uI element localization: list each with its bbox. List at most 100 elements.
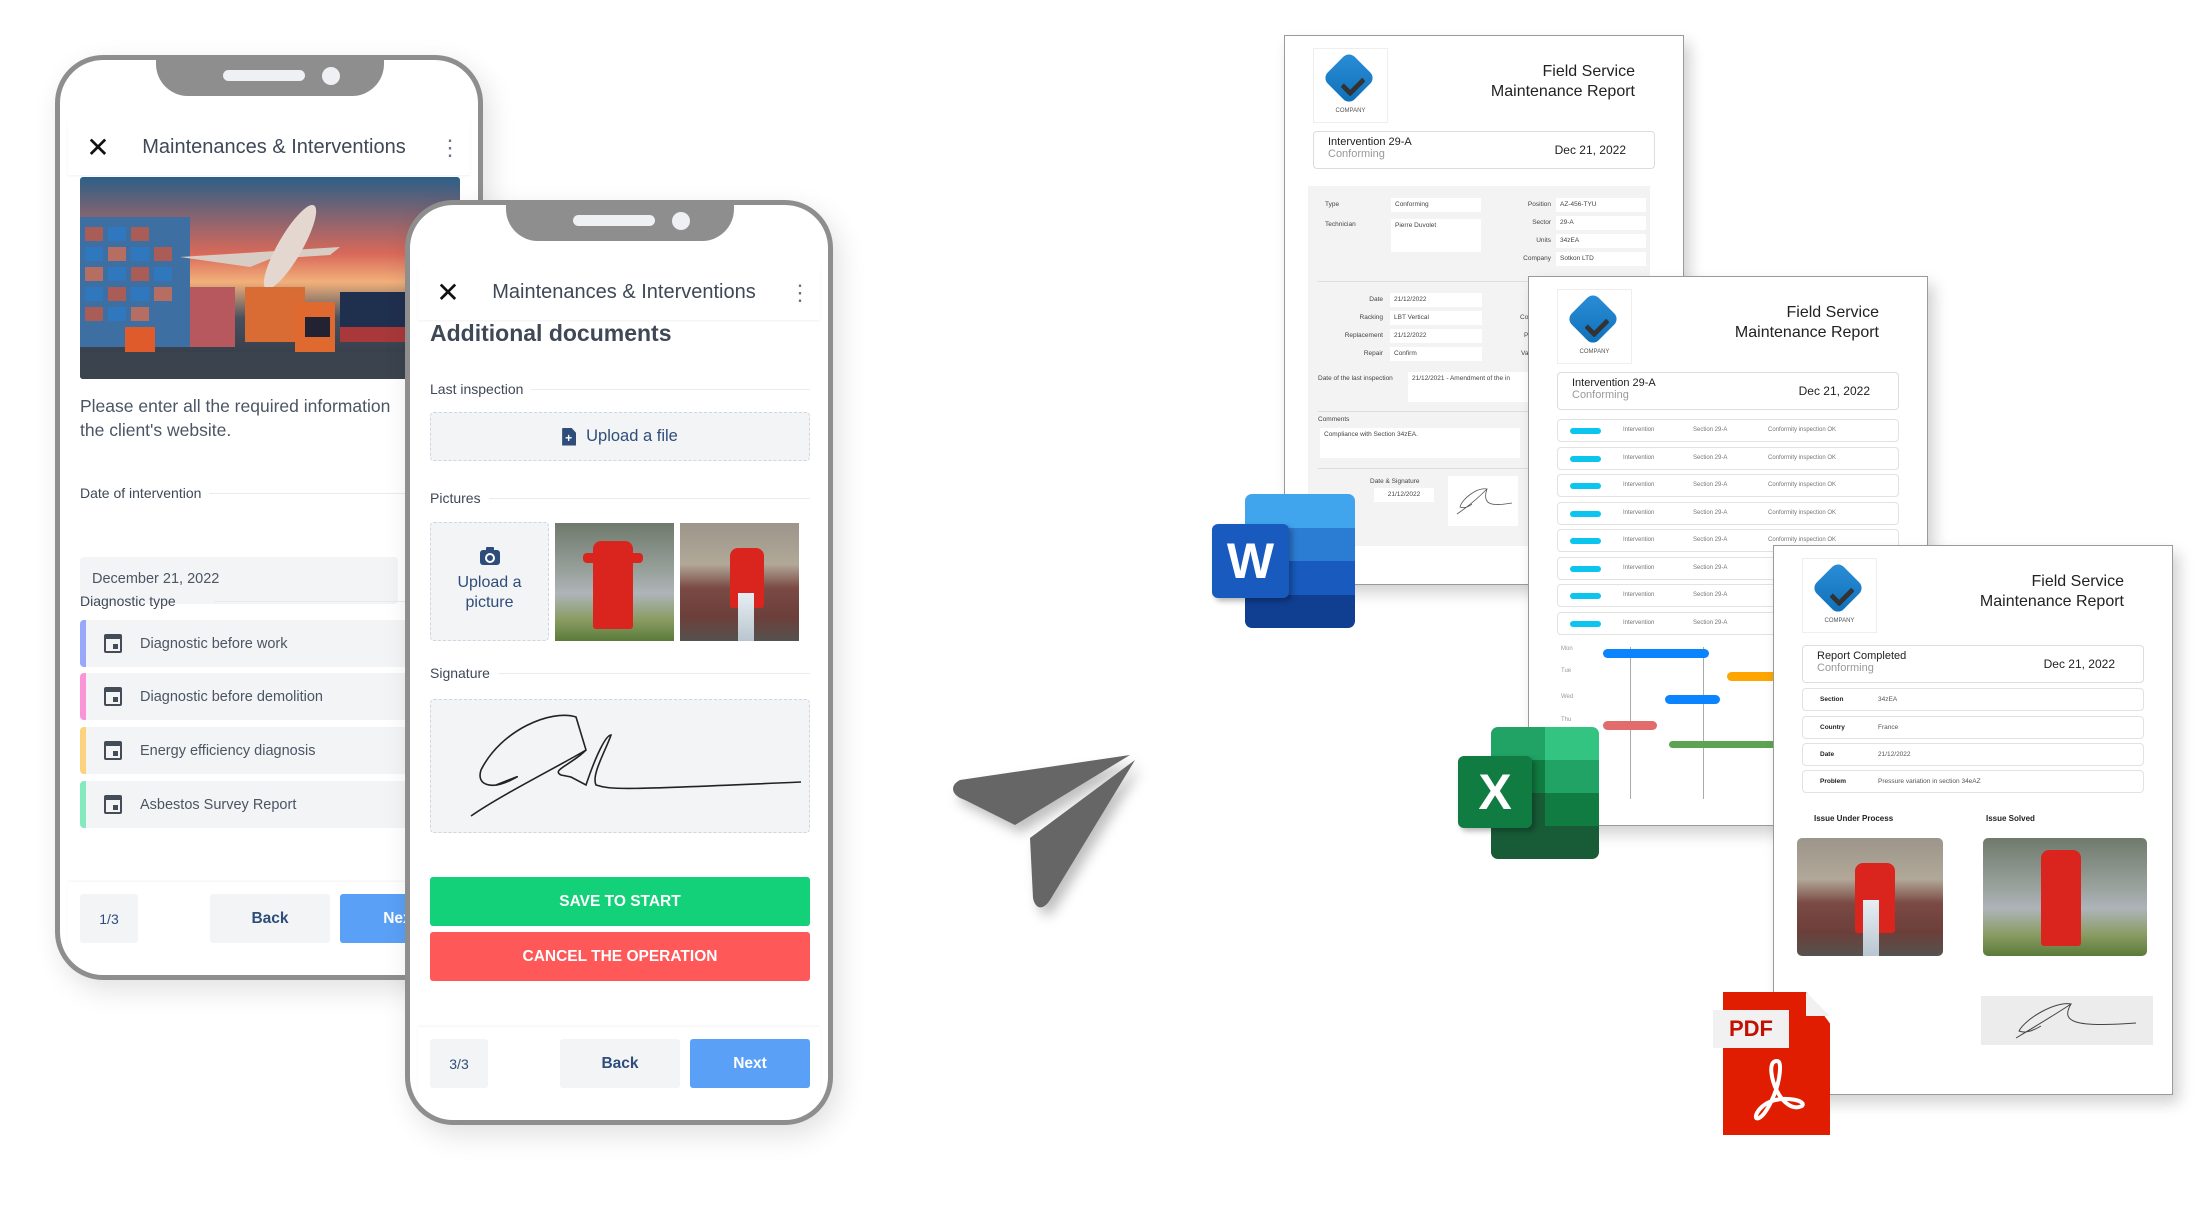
report-header-box: Intervention 29-A Conforming Dec 21, 202… <box>1313 131 1655 169</box>
report-title-line-1: Field Service <box>1786 304 1879 321</box>
picture-thumbnail-hydrant[interactable] <box>555 523 674 641</box>
excel-icon: X <box>1458 727 1603 862</box>
pictures-label: Pictures <box>430 490 481 506</box>
report-table-row: Intervention Section 29-A Conformity inspe… <box>1557 419 1899 442</box>
picture-thumbnail-hydrant-water[interactable] <box>680 523 799 641</box>
report-title: Field Service Maintenance Report <box>1491 62 1635 102</box>
gantt-bar <box>1603 721 1657 730</box>
back-button[interactable]: Back <box>560 1039 680 1088</box>
upload-picture-label-line-1: Upload a <box>457 574 522 591</box>
header-date: Dec 21, 2022 <box>1798 384 1870 398</box>
row-result: Conformity inspection OK <box>1768 427 1837 433</box>
back-button[interactable]: Back <box>210 894 330 943</box>
upload-picture-label-line-2: picture <box>465 594 514 611</box>
signature-label: Date & Signature <box>1370 478 1420 485</box>
field-value: 34zEA <box>1556 234 1646 248</box>
detail-value: France <box>1878 724 1899 731</box>
photo-issue-under-process <box>1797 838 1943 956</box>
app-bar: ✕ Maintenances & Interventions ⋮ <box>418 265 820 320</box>
calendar-icon <box>104 687 122 706</box>
photo-label-under-process: Issue Under Process <box>1814 814 1894 823</box>
report-document-pdf: COMPANY Field Service Maintenance Report… <box>1773 545 2173 1095</box>
row-type: Intervention <box>1623 537 1655 543</box>
signature-label: Signature <box>430 665 490 681</box>
more-vertical-icon[interactable]: ⋮ <box>430 136 470 159</box>
word-icon: W <box>1212 494 1357 629</box>
diagnostic-option-label: Energy efficiency diagnosis <box>140 742 316 759</box>
field-value: 21/12/2021 - Amendment of the in <box>1408 372 1528 402</box>
upload-picture-button[interactable]: Upload a picture <box>430 522 549 641</box>
close-icon[interactable]: ✕ <box>418 278 478 307</box>
detail-value: Pressure variation in section 34eAZ <box>1878 778 1981 785</box>
save-to-start-button[interactable]: SAVE TO START <box>430 877 810 926</box>
field-value: Sotkon LTD <box>1556 252 1646 266</box>
gantt-day-label: Wed <box>1561 694 1574 700</box>
phone-notch <box>506 205 734 241</box>
diagnostic-option-label: Asbestos Survey Report <box>140 796 297 813</box>
next-button[interactable]: Next <box>690 1039 810 1088</box>
gantt-day-label: Tue <box>1561 668 1572 674</box>
field-value: AZ-456-TYU <box>1556 198 1646 212</box>
gantt-bar <box>1665 695 1720 704</box>
date-label: Date of intervention <box>80 485 202 501</box>
camera-icon <box>479 547 500 565</box>
report-title-line-2: Maintenance Report <box>1734 324 1879 341</box>
file-plus-icon <box>562 427 577 446</box>
row-result: Conformity inspection OK <box>1768 509 1837 516</box>
gantt-bar <box>1727 672 1777 681</box>
field-label: Replacement <box>1344 332 1383 339</box>
gantt-bar <box>1603 649 1709 658</box>
close-icon[interactable]: ✕ <box>68 133 128 162</box>
report-title-line-1: Field Service <box>2031 573 2124 590</box>
pdf-icon: PDF <box>1713 992 1833 1137</box>
excel-icon-letter: X <box>1458 756 1532 828</box>
signature-pad[interactable] <box>430 699 810 833</box>
field-label: Company <box>1523 255 1551 262</box>
logistics-illustration <box>80 205 460 379</box>
report-table-row: Intervention Section 29-A Conformity inspe… <box>1557 446 1899 470</box>
status-pill <box>1570 620 1601 627</box>
calendar-icon <box>104 741 122 760</box>
row-section: Section 29-A <box>1693 482 1728 488</box>
word-icon-letter: W <box>1212 524 1289 598</box>
cancel-operation-button[interactable]: CANCEL THE OPERATION <box>430 932 810 981</box>
report-title-line-2: Maintenance Report <box>1979 593 2124 610</box>
field-value: 21/12/2022 <box>1390 329 1482 343</box>
app-bar: ✕ Maintenances & Interventions ⋮ <box>68 120 470 175</box>
report-header-box: Intervention 29-A Conforming Dec 21, 202… <box>1557 372 1899 410</box>
company-logo: COMPANY <box>1557 289 1632 364</box>
pdf-icon-label: PDF <box>1713 1010 1789 1048</box>
photo-label-solved: Issue Solved <box>1986 814 2035 823</box>
field-value: LBT Vertical <box>1390 311 1482 325</box>
status-pill <box>1570 483 1601 489</box>
row-section: Section 29-A <box>1693 592 1728 598</box>
row-result: Conformity inspection OK <box>1768 537 1837 543</box>
phone-step-3: ✕ Maintenances & Interventions ⋮ Additio… <box>405 200 833 1125</box>
row-type: Intervention <box>1623 619 1655 626</box>
report-header-box: Report Completed Conforming Dec 21, 2022 <box>1802 645 2144 683</box>
row-section: Section 29-A <box>1693 509 1728 516</box>
field-label: Racking <box>1359 314 1383 321</box>
status-pill <box>1570 538 1601 544</box>
page-indicator: 1/3 <box>80 894 138 943</box>
phone-notch <box>156 60 384 96</box>
diagnostic-label: Diagnostic type <box>80 593 176 609</box>
more-vertical-icon[interactable]: ⋮ <box>780 281 820 304</box>
field-label: Date of the last inspection <box>1318 375 1393 382</box>
detail-value: 34zEA <box>1878 696 1898 703</box>
field-value: Conforming <box>1391 198 1481 212</box>
detail-row: Problem Pressure variation in section 34e… <box>1802 770 2144 793</box>
signature-date: 21/12/2022 <box>1374 488 1434 502</box>
gantt-gridline <box>1703 647 1704 799</box>
app-title: Maintenances & Interventions <box>492 281 756 303</box>
last-inspection-heading: Last inspection <box>430 381 810 397</box>
header-date: Dec 21, 2022 <box>2043 657 2115 671</box>
calendar-icon <box>104 795 122 814</box>
detail-label: Problem <box>1820 778 1847 785</box>
field-label: Sector <box>1532 219 1551 226</box>
acrobat-glyph-icon <box>1753 1058 1805 1121</box>
field-value: Pierre Duvolet <box>1391 219 1481 252</box>
upload-file-button[interactable]: Upload a file <box>430 412 810 461</box>
status-pill <box>1570 510 1601 517</box>
last-inspection-label: Last inspection <box>430 381 524 397</box>
